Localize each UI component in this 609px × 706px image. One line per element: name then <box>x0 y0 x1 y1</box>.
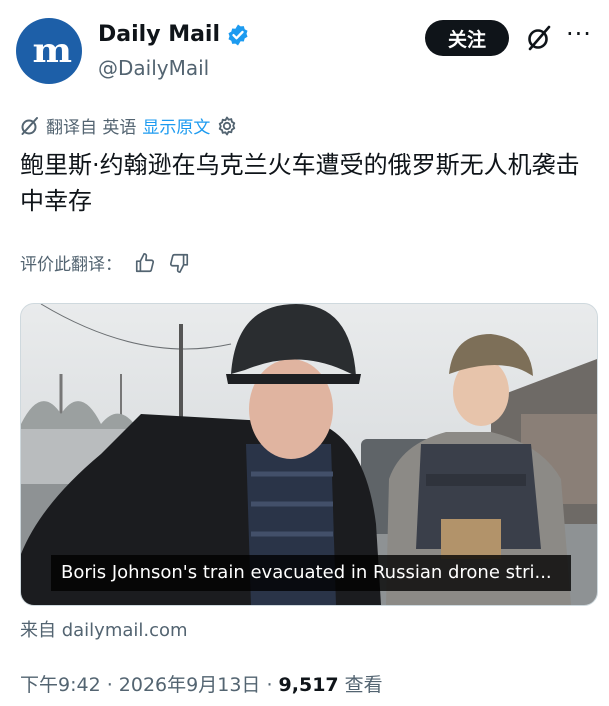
avatar-logo-text: m <box>32 31 73 71</box>
rate-translation-row: 评价此翻译： <box>20 250 190 275</box>
translation-bar: 翻译自 英语 显示原文 <box>20 113 238 138</box>
thumbs-down-icon[interactable] <box>168 252 190 274</box>
views-count: 9,517 <box>278 674 339 696</box>
show-original-link[interactable]: 显示原文 <box>142 113 210 138</box>
translated-from-label: 翻译自 英语 <box>46 118 137 138</box>
rate-translation-label: 评价此翻译： <box>20 255 122 275</box>
author-name[interactable]: Daily Mail <box>98 22 220 47</box>
thumbs-up-icon[interactable] <box>134 252 156 274</box>
avatar[interactable]: m <box>16 18 82 84</box>
media-video[interactable]: Boris Johnson's train evacuated in Russi… <box>20 303 598 606</box>
grok-icon[interactable] <box>526 24 552 52</box>
video-caption: Boris Johnson's train evacuated in Russi… <box>51 555 571 591</box>
post-text: 鲍里斯·约翰逊在乌克兰火车遭受的俄罗斯无人机袭击中幸存 <box>20 151 580 215</box>
follow-button[interactable]: 关注 <box>425 20 509 56</box>
source-link[interactable]: 来自 dailymail.com <box>20 616 188 642</box>
views-label: 查看 <box>338 674 383 696</box>
post-timestamp[interactable]: 下午9:42 · 2026年9月13日 · <box>20 674 279 696</box>
post-metadata: 下午9:42 · 2026年9月13日 · 9,517 查看 <box>20 670 383 697</box>
translate-icon <box>21 116 38 135</box>
author-handle[interactable]: @DailyMail <box>98 56 209 80</box>
more-icon[interactable]: ··· <box>566 22 592 46</box>
author-name-row[interactable]: Daily Mail <box>98 22 250 47</box>
verified-badge-icon <box>228 24 248 45</box>
settings-icon[interactable] <box>216 115 238 137</box>
